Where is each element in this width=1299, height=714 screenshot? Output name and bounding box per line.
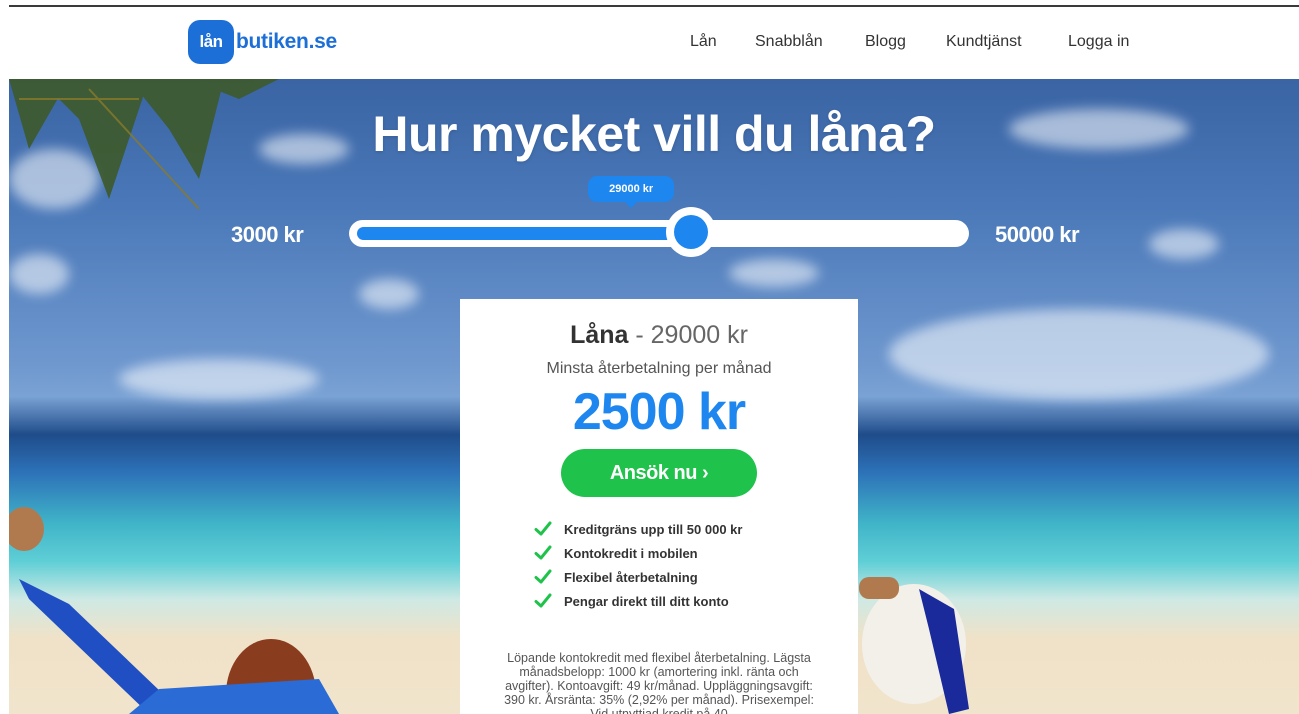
slider-thumb[interactable] [666,207,717,257]
feature-text: Flexibel återbetalning [564,569,698,585]
feature-item: Pengar direkt till ditt konto [534,589,858,613]
slider-min-label: 3000 kr [231,222,304,247]
loan-amount-slider[interactable] [349,220,969,247]
apply-now-button[interactable]: Ansök nu › [561,449,757,497]
feature-text: Pengar direkt till ditt konto [564,593,729,609]
cloud-decoration [119,359,319,399]
feature-text: Kreditgräns upp till 50 000 kr [564,521,743,537]
loan-summary-card: Låna - 29000 kr Minsta återbetalning per… [460,299,858,714]
slider-fill [357,227,692,240]
cloud-decoration [889,309,1269,399]
site-header: lån butiken.se Lån Snabblån Blogg Kundtj… [9,7,1299,79]
cloud-decoration [1149,229,1219,259]
cloud-decoration [9,254,69,294]
card-heading-strong: Låna [570,321,629,349]
feature-item: Flexibel återbetalning [534,565,858,589]
feature-text: Kontokredit i mobilen [564,545,698,561]
check-icon [534,521,552,536]
hero-title: Hur mycket vill du låna? [372,106,936,162]
main-nav: Lån Snabblån Blogg Kundtjänst Logga in [9,33,1299,53]
nav-item-blogg[interactable]: Blogg [865,33,906,51]
check-icon [534,545,552,560]
feature-item: Kreditgräns upp till 50 000 kr [534,517,858,541]
feature-item: Kontokredit i mobilen [534,541,858,565]
nav-item-kundtjanst[interactable]: Kundtjänst [946,33,1022,51]
card-heading-amount: - 29000 kr [635,321,748,349]
hero-section: Hur mycket vill du låna? 3000 kr 50000 k… [9,79,1299,714]
check-icon [534,593,552,608]
terms-fineprint: Löpande kontokredit med flexibel återbet… [504,651,814,714]
nav-item-logga-in[interactable]: Logga in [1068,33,1129,51]
nav-item-snabblan[interactable]: Snabblån [755,33,823,51]
cloud-decoration [359,279,419,309]
monthly-payment-amount: 2500 kr [572,383,746,441]
card-heading: Låna - 29000 kr [460,321,858,350]
person-image [9,507,339,714]
hat-image [859,577,969,714]
slider-max-label: 50000 kr [995,222,1080,247]
feature-list: Kreditgräns upp till 50 000 kr Kontokred… [534,517,858,613]
card-subtitle: Minsta återbetalning per månad [546,360,772,377]
cloud-decoration [729,259,819,287]
nav-item-lan[interactable]: Lån [690,33,717,51]
check-icon [534,569,552,584]
slider-value-bubble: 29000 kr [588,176,675,208]
